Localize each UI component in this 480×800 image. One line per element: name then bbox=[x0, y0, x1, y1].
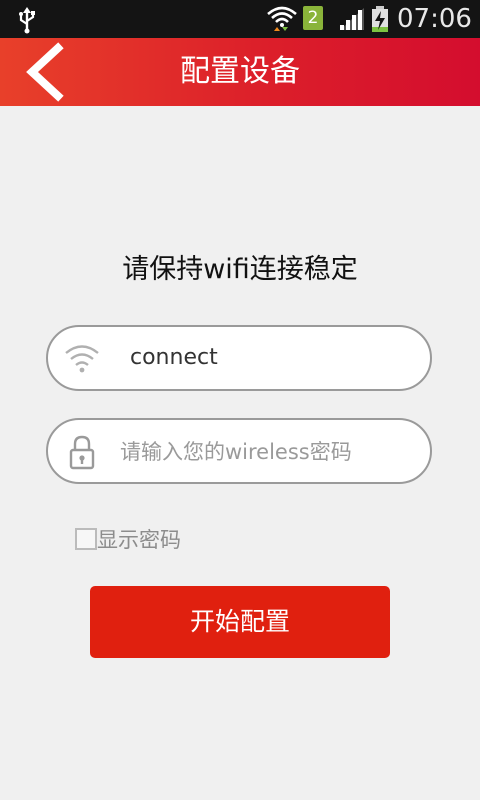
clock: 07:06 bbox=[397, 4, 472, 34]
wifi-status-icon bbox=[267, 6, 297, 31]
show-password-label: 显示密码 bbox=[97, 528, 181, 552]
connection-hint: 请保持wifi连接稳定 bbox=[122, 254, 358, 285]
signal-strength-icon bbox=[340, 8, 364, 30]
ssid-field[interactable]: connect bbox=[46, 325, 432, 391]
ssid-value: connect bbox=[130, 345, 218, 370]
usb-icon bbox=[19, 7, 35, 34]
start-config-button[interactable]: 开始配置 bbox=[90, 586, 390, 658]
battery-charging-icon bbox=[372, 6, 388, 32]
title-bar: 配置设备 bbox=[0, 38, 480, 106]
password-input[interactable] bbox=[118, 426, 422, 478]
wifi-icon bbox=[65, 345, 99, 373]
show-password-checkbox[interactable] bbox=[75, 528, 97, 550]
status-bar: 2 07:06 bbox=[0, 0, 480, 38]
lock-icon bbox=[69, 435, 95, 470]
sim-slot-badge: 2 bbox=[303, 6, 323, 30]
password-field[interactable] bbox=[46, 418, 432, 484]
back-chevron-icon[interactable] bbox=[18, 42, 78, 102]
